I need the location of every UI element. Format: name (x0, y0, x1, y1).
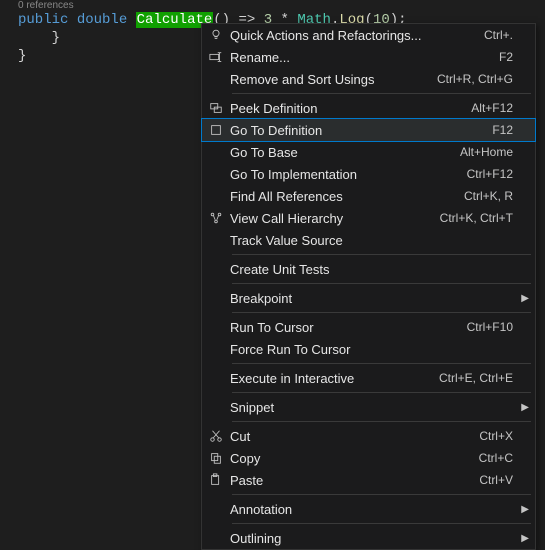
menu-label: Cut (230, 429, 479, 444)
menu-run-to-cursor[interactable]: Run To Cursor Ctrl+F10 (202, 316, 535, 338)
menu-label: Create Unit Tests (230, 262, 513, 277)
menu-copy[interactable]: Copy Ctrl+C (202, 447, 535, 469)
menu-separator (232, 523, 531, 524)
menu-peek-definition[interactable]: Peek Definition Alt+F12 (202, 97, 535, 119)
menu-find-references[interactable]: Find All References Ctrl+K, R (202, 185, 535, 207)
menu-goto-base[interactable]: Go To Base Alt+Home (202, 141, 535, 163)
menu-shortcut: Ctrl+K, Ctrl+T (440, 211, 519, 225)
menu-label: Paste (230, 473, 479, 488)
menu-call-hierarchy[interactable]: View Call Hierarchy Ctrl+K, Ctrl+T (202, 207, 535, 229)
menu-annotation[interactable]: Annotation ▶ (202, 498, 535, 520)
menu-shortcut: Ctrl+X (479, 429, 519, 443)
menu-shortcut: F2 (499, 50, 519, 64)
menu-shortcut: Ctrl+F12 (467, 167, 519, 181)
menu-label: Force Run To Cursor (230, 342, 513, 357)
menu-remove-usings[interactable]: Remove and Sort Usings Ctrl+R, Ctrl+G (202, 68, 535, 90)
menu-label: Run To Cursor (230, 320, 467, 335)
menu-label: View Call Hierarchy (230, 211, 440, 226)
rename-icon (202, 50, 230, 64)
paste-icon (202, 473, 230, 487)
context-menu[interactable]: Quick Actions and Refactorings... Ctrl+.… (201, 23, 536, 550)
codelens-references[interactable]: 0 references (0, 0, 545, 11)
menu-separator (232, 312, 531, 313)
submenu-arrow-icon: ▶ (519, 533, 529, 544)
menu-separator (232, 254, 531, 255)
menu-shortcut: Ctrl+V (479, 473, 519, 487)
menu-shortcut: Ctrl+E, Ctrl+E (439, 371, 519, 385)
submenu-arrow-icon: ▶ (519, 504, 529, 515)
menu-execute-interactive[interactable]: Execute in Interactive Ctrl+E, Ctrl+E (202, 367, 535, 389)
menu-shortcut: Ctrl+K, R (464, 189, 519, 203)
menu-label: Execute in Interactive (230, 371, 439, 386)
peek-icon (202, 101, 230, 115)
menu-shortcut: Ctrl+F10 (467, 320, 519, 334)
hierarchy-icon (202, 211, 230, 225)
menu-force-run-to-cursor[interactable]: Force Run To Cursor (202, 338, 535, 360)
menu-separator (232, 494, 531, 495)
menu-label: Peek Definition (230, 101, 471, 116)
menu-create-unit-tests[interactable]: Create Unit Tests (202, 258, 535, 280)
menu-goto-definition[interactable]: Go To Definition F12 (202, 119, 535, 141)
keyword-double: double (77, 12, 127, 28)
menu-breakpoint[interactable]: Breakpoint ▶ (202, 287, 535, 309)
lightbulb-icon (202, 28, 230, 42)
submenu-arrow-icon: ▶ (519, 402, 529, 413)
menu-snippet[interactable]: Snippet ▶ (202, 396, 535, 418)
menu-track-value[interactable]: Track Value Source (202, 229, 535, 251)
menu-label: Track Value Source (230, 233, 513, 248)
menu-separator (232, 283, 531, 284)
menu-label: Outlining (230, 531, 513, 546)
menu-label: Annotation (230, 502, 513, 517)
menu-label: Copy (230, 451, 479, 466)
keyword-public: public (18, 12, 68, 28)
menu-goto-implementation[interactable]: Go To Implementation Ctrl+F12 (202, 163, 535, 185)
menu-label: Go To Definition (230, 123, 492, 138)
menu-label: Breakpoint (230, 291, 513, 306)
menu-label: Snippet (230, 400, 513, 415)
menu-separator (232, 421, 531, 422)
menu-label: Go To Implementation (230, 167, 467, 182)
menu-label: Quick Actions and Refactorings... (230, 28, 484, 43)
menu-quick-actions[interactable]: Quick Actions and Refactorings... Ctrl+. (202, 24, 535, 46)
menu-label: Find All References (230, 189, 464, 204)
menu-label: Go To Base (230, 145, 460, 160)
copy-icon (202, 451, 230, 465)
scissors-icon (202, 429, 230, 443)
menu-shortcut: Alt+F12 (471, 101, 519, 115)
goto-icon (202, 123, 230, 137)
menu-cut[interactable]: Cut Ctrl+X (202, 425, 535, 447)
menu-separator (232, 93, 531, 94)
menu-shortcut: Ctrl+C (479, 451, 519, 465)
menu-separator (232, 363, 531, 364)
menu-paste[interactable]: Paste Ctrl+V (202, 469, 535, 491)
menu-outlining[interactable]: Outlining ▶ (202, 527, 535, 549)
menu-rename[interactable]: Rename... F2 (202, 46, 535, 68)
menu-shortcut: Alt+Home (460, 145, 519, 159)
menu-shortcut: F12 (492, 123, 519, 137)
menu-label: Rename... (230, 50, 499, 65)
submenu-arrow-icon: ▶ (519, 293, 529, 304)
menu-separator (232, 392, 531, 393)
menu-shortcut: Ctrl+R, Ctrl+G (437, 72, 519, 86)
menu-shortcut: Ctrl+. (484, 28, 519, 42)
menu-label: Remove and Sort Usings (230, 72, 437, 87)
